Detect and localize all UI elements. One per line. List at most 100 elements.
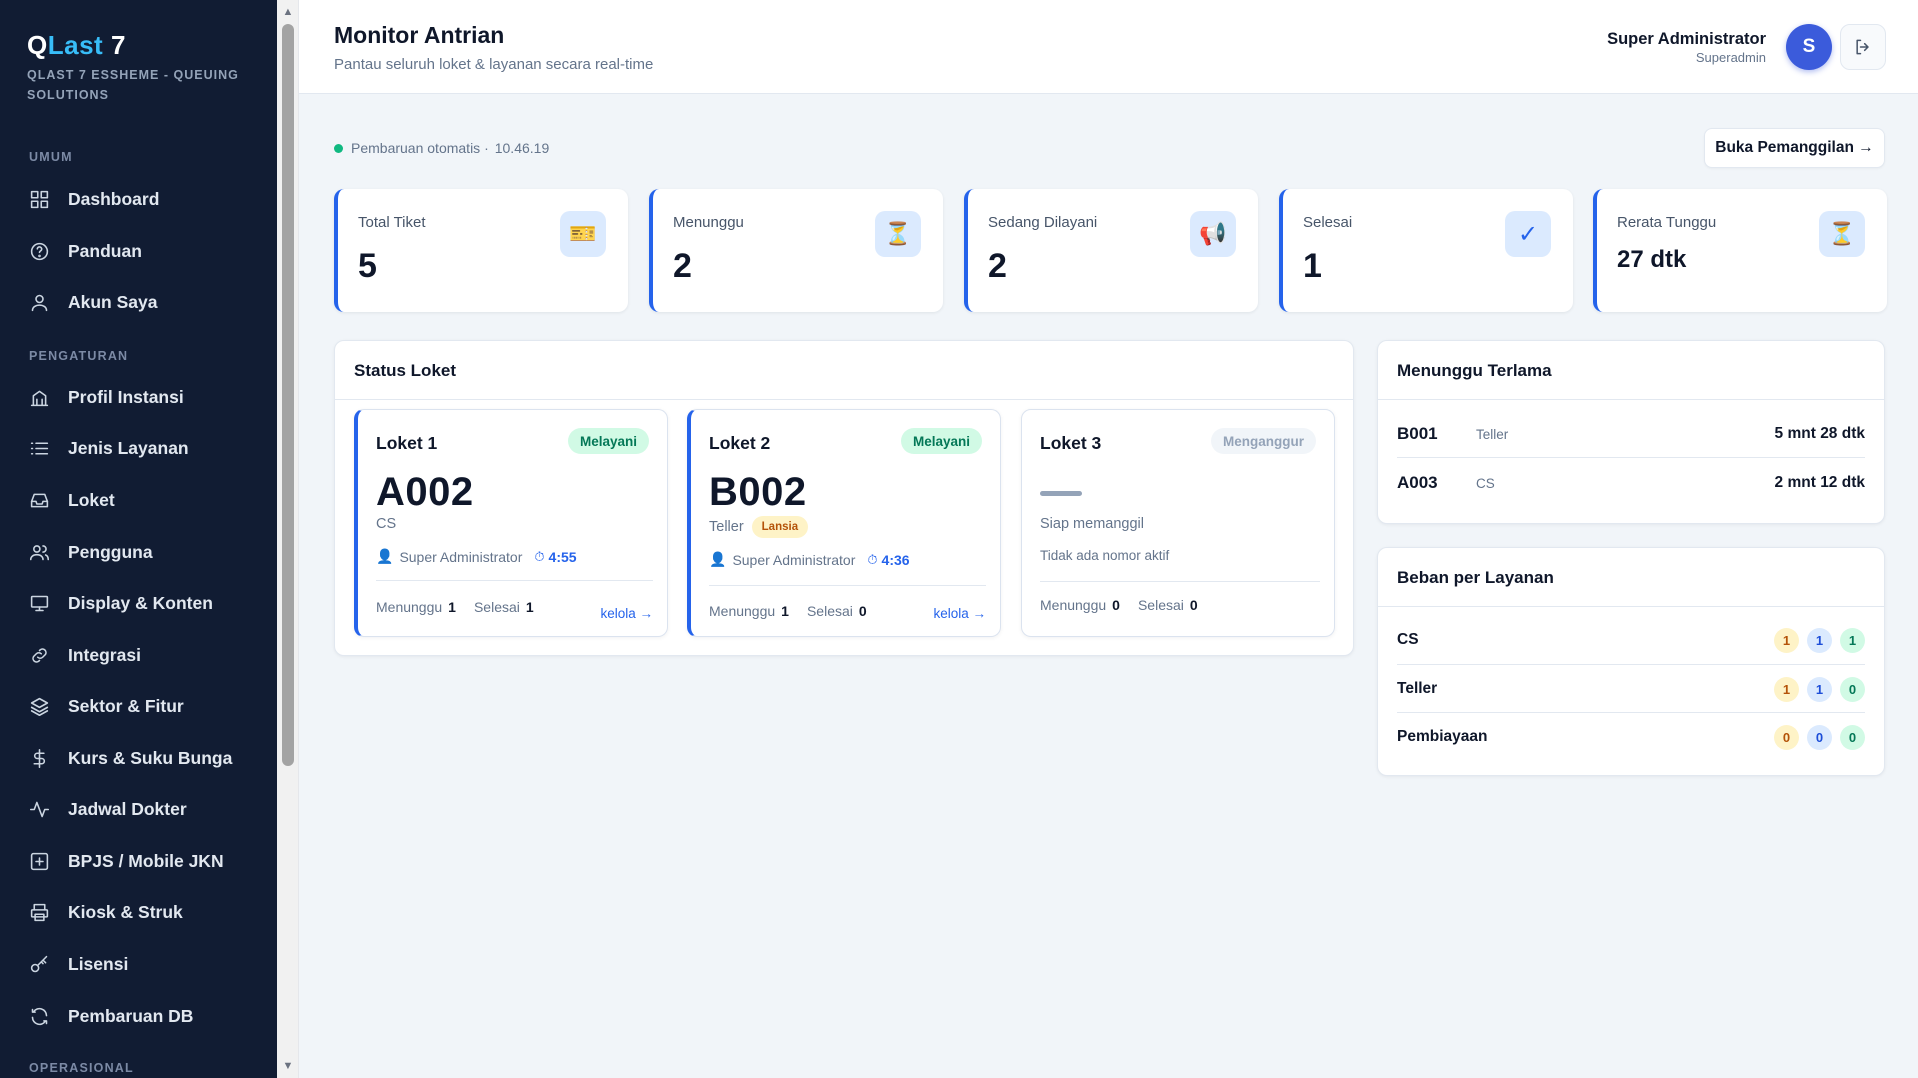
done-count-pill: 0 (1840, 724, 1865, 750)
user-icon (28, 291, 50, 313)
logout-icon (1856, 39, 1869, 55)
sidebar-item-jadwal-dokter[interactable]: Jadwal Dokter (14, 787, 264, 831)
serving-count-pill: 1 (1807, 627, 1832, 653)
waiting-count-pill: 1 (1774, 627, 1799, 653)
operator-row: 👤 Super Administrator ⏱ 4:55 (376, 548, 577, 565)
longest-wait-panel: Menunggu Terlama B001 Teller 5 mnt 28 dt… (1377, 340, 1885, 524)
sidebar-item-label: Sektor & Fitur (68, 695, 184, 716)
operator-row: 👤 Super Administrator ⏱ 4:36 (709, 551, 910, 568)
table-row: CS 1 1 1 (1397, 616, 1865, 664)
stopwatch-icon: ⏱ (534, 548, 545, 564)
sidebar-item-akun-saya[interactable]: Akun Saya (14, 280, 264, 324)
loket-counts: Menunggu 0 Selesai 0 (1040, 597, 1216, 613)
status-badge: Menganggur (1211, 428, 1316, 454)
sidebar-scrollbar[interactable]: ▲ ▼ (277, 0, 299, 1078)
status-badge: Melayani (567, 428, 649, 454)
sidebar-item-pembaruan-db[interactable]: Pembaruan DB (14, 994, 264, 1038)
stat-label: Menunggu (673, 214, 744, 231)
stat-value: 5 (358, 247, 377, 285)
priority-tag: Lansia (751, 516, 809, 538)
hourglass-icon: ⏳ (875, 211, 921, 257)
sidebar-item-label: Profil Instansi (68, 386, 184, 407)
live-status-dot (334, 143, 343, 153)
waiting-count: 1 (448, 599, 456, 615)
service-name: CS (1397, 631, 1419, 648)
divider (1378, 606, 1884, 607)
status-badge: Melayani (900, 428, 982, 454)
done-count: 1 (525, 599, 534, 615)
avatar[interactable]: S (1786, 24, 1832, 70)
last-update-time: 10.46.19 (494, 140, 550, 156)
ticket-icon: 🎫 (560, 211, 606, 257)
sidebar-item-panduan[interactable]: Panduan (14, 229, 264, 273)
sidebar-item-jenis-layanan[interactable]: Jenis Layanan (14, 426, 264, 470)
panel-title: Beban per Layanan (1397, 568, 1554, 587)
done-count: 0 (1189, 597, 1198, 613)
stopwatch-icon: ⏱ (867, 551, 878, 567)
sidebar-item-sektor-fitur[interactable]: Sektor & Fitur (14, 684, 264, 728)
sidebar-item-label: Integrasi (68, 644, 141, 665)
sidebar-item-label: Display & Konten (68, 592, 213, 613)
logout-button[interactable] (1840, 24, 1886, 70)
sidebar-item-label: Loket (68, 489, 115, 510)
stat-value: 2 (988, 247, 1007, 285)
ticket-number: A003 (1397, 473, 1438, 492)
manage-link[interactable]: kelola → (600, 606, 653, 621)
ready-text: Siap memanggil (1040, 516, 1144, 532)
service-name: Teller (1397, 680, 1438, 697)
megaphone-icon: 📢 (1190, 211, 1236, 257)
divider (1040, 581, 1320, 582)
help-circle-icon (28, 240, 50, 262)
stat-card-total-tiket: Total Tiket 5 🎫 (334, 189, 628, 312)
brand-q: Q (27, 30, 48, 60)
grid-icon (28, 188, 50, 210)
open-calling-button[interactable]: Buka Pemanggilan → (1704, 128, 1885, 168)
sidebar-item-profil-instansi[interactable]: Profil Instansi (14, 375, 264, 419)
sidebar-item-label: Lisensi (68, 953, 129, 974)
monitor-icon (28, 592, 50, 614)
sidebar-item-pengguna[interactable]: Pengguna (14, 530, 264, 574)
sidebar-item-display-konten[interactable]: Display & Konten (14, 581, 264, 625)
loket-card-3[interactable]: Loket 3 Menganggur Siap memanggil Tidak … (1021, 409, 1335, 637)
sidebar-item-lisensi[interactable]: Lisensi (14, 942, 264, 986)
scroll-down-arrow-icon[interactable]: ▼ (282, 1060, 294, 1072)
panel-title: Status Loket (354, 361, 457, 380)
sidebar-item-integrasi[interactable]: Integrasi (14, 633, 264, 677)
sidebar-item-loket[interactable]: Loket (14, 478, 264, 522)
load-per-service-panel: Beban per Layanan CS 1 1 1 Teller 1 1 0 … (1377, 547, 1885, 776)
auto-update-label: Pembaruan otomatis · (351, 140, 489, 156)
stat-label: Rerata Tunggu (1617, 214, 1717, 231)
wait-time: 2 mnt 12 dtk (1774, 474, 1865, 491)
done-count: 0 (858, 603, 867, 619)
sidebar-item-kiosk-struk[interactable]: Kiosk & Struk (14, 890, 264, 934)
list-icon (28, 437, 50, 459)
sidebar-item-dashboard[interactable]: Dashboard (14, 177, 264, 221)
top-header: Monitor Antrian Pantau seluruh loket & l… (299, 0, 1918, 94)
sidebar-item-kurs-suku-bunga[interactable]: Kurs & Suku Bunga (14, 736, 264, 780)
service-name: CS (376, 516, 397, 532)
user-role: Superadmin (1695, 50, 1766, 65)
service-name: Teller (709, 519, 744, 535)
loket-card-2[interactable]: Loket 2 Melayani B002 Teller Lansia 👤 Su… (687, 409, 1001, 637)
user-name: Super Administrator (1607, 30, 1766, 48)
users-icon (28, 541, 50, 563)
sidebar-item-bpjs[interactable]: BPJS / Mobile JKN (14, 839, 264, 883)
stat-card-selesai: Selesai 1 ✓ (1279, 189, 1573, 312)
brand-logo[interactable]: QLast 7 (27, 30, 126, 61)
inbox-icon (28, 489, 50, 511)
manage-link[interactable]: kelola → (933, 606, 986, 621)
printer-icon (28, 901, 50, 923)
current-ticket-number: A002 (376, 470, 474, 514)
ticket-service: Teller (1476, 426, 1509, 442)
loket-card-1[interactable]: Loket 1 Melayani A002 CS 👤 Super Adminis… (354, 409, 668, 637)
list-item: B001 Teller 5 mnt 28 dtk (1397, 409, 1865, 459)
brand-last: Last (47, 30, 104, 60)
stat-label: Selesai (1303, 214, 1353, 231)
sidebar-item-label: Akun Saya (68, 291, 158, 312)
scrollbar-thumb[interactable] (282, 24, 294, 766)
done-label: Selesai (806, 603, 853, 619)
page-title: Monitor Antrian (334, 22, 505, 48)
hourglass-icon: ⏳ (1819, 211, 1865, 257)
scroll-up-arrow-icon[interactable]: ▲ (282, 6, 294, 18)
stat-card-rerata-tunggu: Rerata Tunggu 27 dtk ⏳ (1593, 189, 1887, 312)
